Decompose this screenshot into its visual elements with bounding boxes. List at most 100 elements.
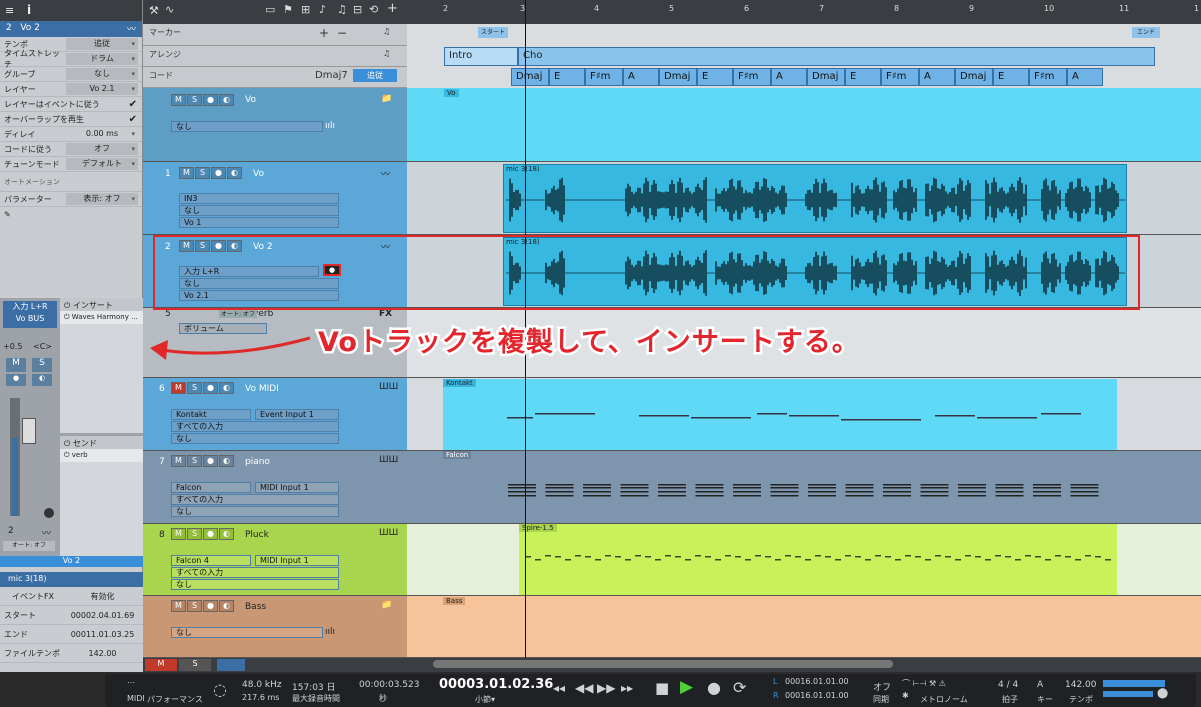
mixer-icon[interactable]: ⊟ [353,3,362,16]
mute-button[interactable]: M [171,382,186,394]
inspector-row[interactable]: グルーブ なし [0,67,142,82]
start-marker[interactable]: スタート [478,27,508,38]
time-signature[interactable]: 4 / 4 [998,680,1018,690]
input-bus[interactable]: 入力 L+R Vo BUS [3,301,57,328]
mute-button[interactable]: M [171,455,186,467]
stop-icon[interactable]: ■ [655,679,669,697]
remove-marker-icon[interactable]: − [337,26,347,40]
lane-vo-midi[interactable]: Kontakt [407,378,1201,451]
record-icon[interactable]: ● [707,678,721,697]
monitor-button[interactable]: ◐ [227,167,242,179]
event-row[interactable]: ファイルテンポ 142.00 [0,644,143,663]
row-value[interactable]: ドラム [66,53,138,65]
grid-icon[interactable]: ⊞ [301,3,310,16]
input-dropdown[interactable]: すべての入力 [171,421,339,432]
gear-icon[interactable]: ✱ [902,691,909,700]
monitor-button[interactable]: ◐ [219,382,234,394]
insert-name[interactable]: Waves Harmony ... [72,313,138,321]
lane-pluck[interactable]: Spire-1.5 [407,524,1201,596]
timeline-ruler[interactable]: 2 3 4 5 6 7 8 9 10 11 1 [407,0,1201,24]
chord-cell[interactable]: A [771,68,807,86]
track-vo-midi[interactable]: 6 M S ● ◐ Vo MIDI ШШ Kontakt Event Input 1 … [143,378,407,451]
record-button[interactable]: ● [203,455,218,467]
output-dropdown[interactable]: なし [171,506,339,517]
chord-cell[interactable]: Dmaj [955,68,993,86]
midi-input-dropdown[interactable]: MIDI Input 1 [255,482,339,493]
info-icon[interactable]: i [27,3,31,17]
record-button[interactable]: ● [203,94,218,106]
lane-bass[interactable]: Bass [407,596,1201,658]
sync-value[interactable]: オフ [873,680,891,693]
curve-icon[interactable]: ∿ [165,3,174,16]
menu-icon[interactable]: ≡ [5,4,14,17]
chord-cell[interactable]: F♯m [881,68,919,86]
output-dropdown[interactable]: なし [171,433,339,444]
event-row[interactable]: エンド 00011.01.03.25 [0,625,143,644]
chord-icon[interactable]: ♫ [337,3,347,16]
arrangement-section-cho[interactable]: Cho [518,47,1155,66]
record-button[interactable]: ● [6,374,26,386]
instrument-dropdown[interactable]: Kontakt [171,409,251,420]
instrument-dropdown[interactable]: Falcon 4 [171,555,251,566]
volume-fader[interactable] [22,418,36,444]
time-display[interactable]: 00:00:03.523 [359,680,419,690]
solo-button[interactable]: S [195,167,210,179]
automation-mode[interactable]: オート: オフ [3,541,55,551]
wrench-icon[interactable]: ⚒ [149,4,159,17]
record-button[interactable]: ● [203,382,218,394]
track-dropdown[interactable]: なし [171,121,323,132]
power-icon[interactable]: ⏻ [64,313,70,321]
output-dropdown[interactable]: なし [171,579,339,590]
forward-icon[interactable]: ▶▶ [597,681,615,695]
end-marker[interactable]: エンド [1132,27,1160,38]
solo-button[interactable]: S [187,600,202,612]
track-name[interactable]: Bass [245,602,266,612]
toggle-icon[interactable]: ⬤ [1157,688,1168,699]
history-icon[interactable]: ⟲ [369,3,378,16]
chord-cell[interactable]: A [1067,68,1103,86]
solo-button[interactable]: S [187,455,202,467]
track-name[interactable]: Vo [245,95,256,105]
pan-mode[interactable]: <C> [33,342,52,351]
track-name[interactable]: Vo [253,169,264,179]
chord-cell[interactable]: E [697,68,733,86]
folder-icon[interactable]: 📁 [381,94,392,104]
layer-dropdown[interactable]: Vo 1 [179,217,339,228]
row-value[interactable]: 142.00 [62,649,143,658]
row-value[interactable]: 00011.01.03.25 [62,630,143,639]
chord-cell[interactable]: E [993,68,1029,86]
track-name[interactable]: Pluck [245,530,269,540]
track-vo-folder[interactable]: M S ● ◐ Vo 📁 なし ıılı [143,88,407,162]
key-value[interactable]: A [1037,680,1043,690]
edit-mode-button[interactable] [217,659,245,671]
row-value[interactable]: 表示: オフ [66,193,138,205]
check-icon[interactable]: ✔ [129,99,137,110]
track-piano[interactable]: 7 M S ● ◐ piano ШШ Falcon MIDI Input 1 すべての… [143,451,407,524]
row-value[interactable]: オフ [66,143,138,155]
midi-input-dropdown[interactable]: Event Input 1 [255,409,339,420]
mute-button[interactable]: M [171,94,186,106]
monitor-button[interactable]: ◐ [219,528,234,540]
power-icon[interactable]: ⏻ [64,301,70,310]
solo-all-button[interactable]: S [179,659,211,671]
chord-cell[interactable]: F♯m [585,68,623,86]
row-value[interactable]: 0.00 ms [66,128,138,140]
inspector-row[interactable]: レイヤー Vo 2.1 [0,82,142,97]
record-button[interactable]: ● [211,167,226,179]
add-track-icon[interactable]: + [387,1,398,16]
row-value[interactable]: 00002.04.01.69 [62,611,143,620]
pan-value[interactable]: +0.5 [3,342,22,351]
midi-event[interactable]: Spire-1.5 [519,524,1117,595]
input-dropdown[interactable]: すべての入力 [171,567,339,578]
track-pluck[interactable]: 8 M S ● ◐ Pluck ШШ Falcon 4 MIDI Input 1 すべ… [143,524,407,596]
inspector-row[interactable]: チューンモード デフォルト [0,157,142,172]
track-vo-1[interactable]: 1 M S ● ◐ Vo 〰 IN3 なし Vo 1 [143,162,407,235]
position-format[interactable]: 小節▾ [475,694,495,705]
chord-cell[interactable]: F♯m [1029,68,1067,86]
chord-cell[interactable]: E [549,68,585,86]
output-dropdown[interactable]: なし [179,205,339,216]
solo-button[interactable]: S [187,382,202,394]
horizontal-scrollbar[interactable] [433,660,893,668]
mute-button[interactable]: M [6,358,26,372]
automation-mode[interactable]: オート: オフ [219,309,257,318]
